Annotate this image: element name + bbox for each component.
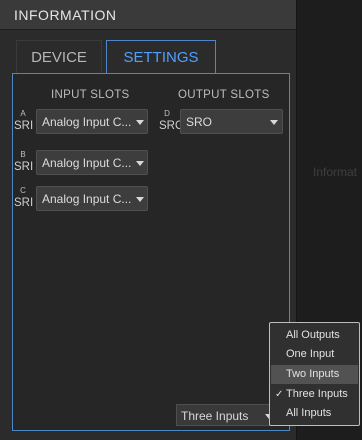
slot-a-letter: A [20, 109, 26, 118]
tab-device[interactable]: DEVICE [16, 40, 102, 74]
chevron-down-icon [136, 197, 144, 202]
slot-b-value: Analog Input C... [42, 156, 132, 170]
slot-b-select[interactable]: Analog Input C... [36, 150, 148, 175]
menu-item-label: Two Inputs [286, 368, 340, 380]
checkmark-icon: ✓ [275, 389, 284, 400]
slot-c-letter: C [20, 186, 26, 195]
settings-content: INPUT SLOTS OUTPUT SLOTS A SRI Analog In… [12, 73, 290, 431]
menu-item-all-outputs[interactable]: All Outputs [271, 326, 358, 345]
slot-config-value: Three Inputs [181, 409, 249, 423]
tab-settings[interactable]: SETTINGS [106, 40, 216, 74]
panel-title: INFORMATION [0, 0, 296, 30]
slot-d-value: SRO [186, 115, 213, 129]
right-panel-label: Informat [313, 165, 358, 179]
menu-item-label: Three Inputs [286, 388, 348, 400]
menu-item-two-inputs[interactable]: Two Inputs [271, 365, 358, 384]
slot-d-select[interactable]: SRO [180, 109, 283, 134]
menu-item-label: One Input [286, 348, 335, 360]
slot-c-value: Analog Input C... [42, 192, 132, 206]
menu-item-three-inputs[interactable]: ✓ Three Inputs [271, 385, 358, 404]
chevron-down-icon [270, 120, 278, 125]
slot-a-type: SRI [14, 120, 34, 132]
slot-c-type: SRI [14, 197, 34, 209]
chevron-down-icon [136, 120, 144, 125]
slot-b-type: SRI [14, 161, 34, 173]
input-slots-heading: INPUT SLOTS [51, 89, 130, 101]
slot-a-value: Analog Input C... [42, 115, 132, 129]
slot-c-select[interactable]: Analog Input C... [36, 186, 148, 211]
slot-a-select[interactable]: Analog Input C... [36, 109, 148, 134]
menu-item-label: All Inputs [286, 407, 332, 419]
slot-config-select[interactable]: Three Inputs [176, 404, 276, 426]
menu-item-one-input[interactable]: One Input [271, 345, 358, 364]
slot-b-letter: B [20, 150, 26, 159]
menu-item-label: All Outputs [286, 329, 340, 341]
output-slots-heading: OUTPUT SLOTS [178, 89, 270, 101]
information-panel: INFORMATION DEVICE SETTINGS INPUT SLOTS … [0, 0, 297, 440]
slot-config-dropdown-menu: All Outputs One Input Two Inputs ✓ Three… [269, 322, 360, 426]
slot-d-letter: D [164, 109, 170, 118]
menu-item-all-inputs[interactable]: All Inputs [271, 404, 358, 423]
chevron-down-icon [136, 161, 144, 166]
